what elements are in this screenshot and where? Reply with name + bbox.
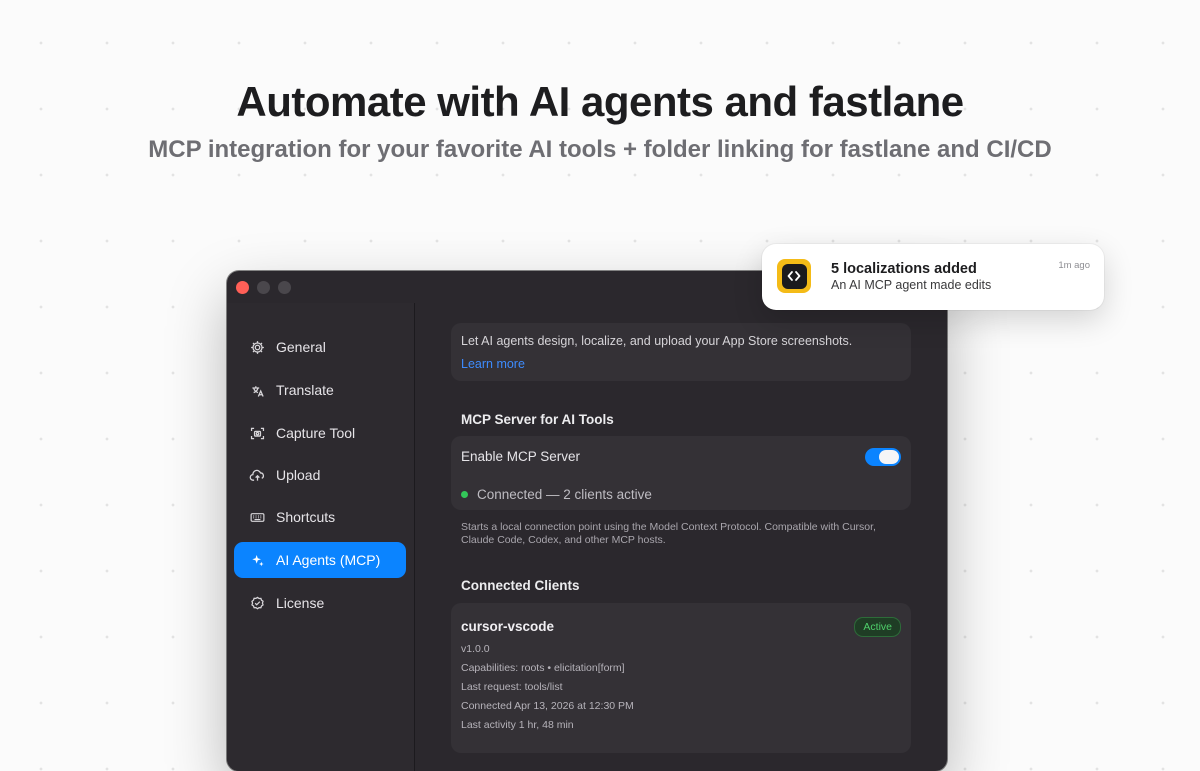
intro-text: Let AI agents design, localize, and uplo… (461, 334, 853, 348)
notification-body: An AI MCP agent made edits (831, 278, 992, 292)
status-badge: Active (854, 617, 901, 637)
zoom-window-button[interactable] (278, 281, 291, 294)
sidebar-item-upload[interactable]: Upload (234, 457, 406, 493)
toggle-knob (879, 450, 899, 464)
hero-title: Automate with AI agents and fastlane (236, 78, 964, 125)
mcp-description: Starts a local connection point using th… (461, 521, 876, 546)
connection-status: Connected — 2 clients active (477, 487, 652, 502)
translate-icon (248, 381, 266, 399)
sidebar-item-shortcuts[interactable]: Shortcuts (234, 499, 406, 535)
client-card: cursor-vscode Active v1.0.0 Capabilities… (451, 603, 911, 753)
mcp-server-card: Enable MCP Server Connected — 2 clients … (451, 436, 911, 510)
enable-mcp-label: Enable MCP Server (461, 449, 581, 464)
status-dot-icon (461, 491, 468, 498)
sidebar-item-label: License (276, 595, 325, 611)
checkmark-seal-icon (248, 594, 266, 612)
sidebar-item-label: Capture Tool (276, 425, 356, 441)
intro-card: Let AI agents design, localize, and uplo… (451, 323, 911, 381)
sidebar-item-label: Upload (276, 467, 321, 483)
app-icon (777, 259, 811, 293)
client-last-request: Last request: tools/list (461, 681, 563, 693)
enable-mcp-toggle[interactable] (865, 448, 901, 466)
sidebar-item-capture-tool[interactable]: Capture Tool (234, 415, 406, 451)
notification-time: 1m ago (1058, 260, 1090, 271)
sidebar-item-ai-agents[interactable]: AI Agents (MCP) (234, 542, 406, 578)
close-window-button[interactable] (236, 281, 249, 294)
capture-icon (248, 424, 266, 442)
client-name: cursor-vscode (461, 619, 555, 634)
mcp-section-title: MCP Server for AI Tools (461, 412, 614, 427)
sidebar-item-license[interactable]: License (234, 585, 406, 621)
main-content: Let AI agents design, localize, and uplo… (415, 303, 947, 771)
keyboard-icon (248, 508, 266, 526)
sidebar-item-label: General (276, 339, 326, 355)
notification-banner[interactable]: 5 localizations added An AI MCP agent ma… (762, 244, 1104, 310)
hero-subtitle: MCP integration for your favorite AI too… (148, 136, 1052, 163)
minimize-window-button[interactable] (257, 281, 270, 294)
client-capabilities: Capabilities: roots • elicitation[form] (461, 662, 625, 674)
sidebar-item-label: Shortcuts (276, 509, 336, 525)
learn-more-link[interactable]: Learn more (461, 357, 525, 371)
settings-window: General Translate Capture Tool Upload Sh… (227, 271, 947, 771)
client-version: v1.0.0 (461, 643, 490, 655)
sidebar-item-general[interactable]: General (234, 329, 406, 365)
connected-clients-title: Connected Clients (461, 578, 580, 593)
gear-icon (248, 338, 266, 356)
notification-title: 5 localizations added (831, 261, 977, 277)
client-connected-time: Connected Apr 13, 2026 at 12:30 PM (461, 700, 634, 712)
code-brackets-icon (781, 263, 807, 289)
sidebar-item-label: Translate (276, 382, 334, 398)
cloud-upload-icon (248, 466, 266, 484)
sparkle-icon (248, 551, 266, 569)
sidebar-item-label: AI Agents (MCP) (276, 552, 381, 568)
window-controls (236, 281, 291, 294)
client-last-activity: Last activity 1 hr, 48 min (461, 719, 574, 731)
sidebar: General Translate Capture Tool Upload Sh… (227, 303, 415, 771)
sidebar-item-translate[interactable]: Translate (234, 372, 406, 408)
